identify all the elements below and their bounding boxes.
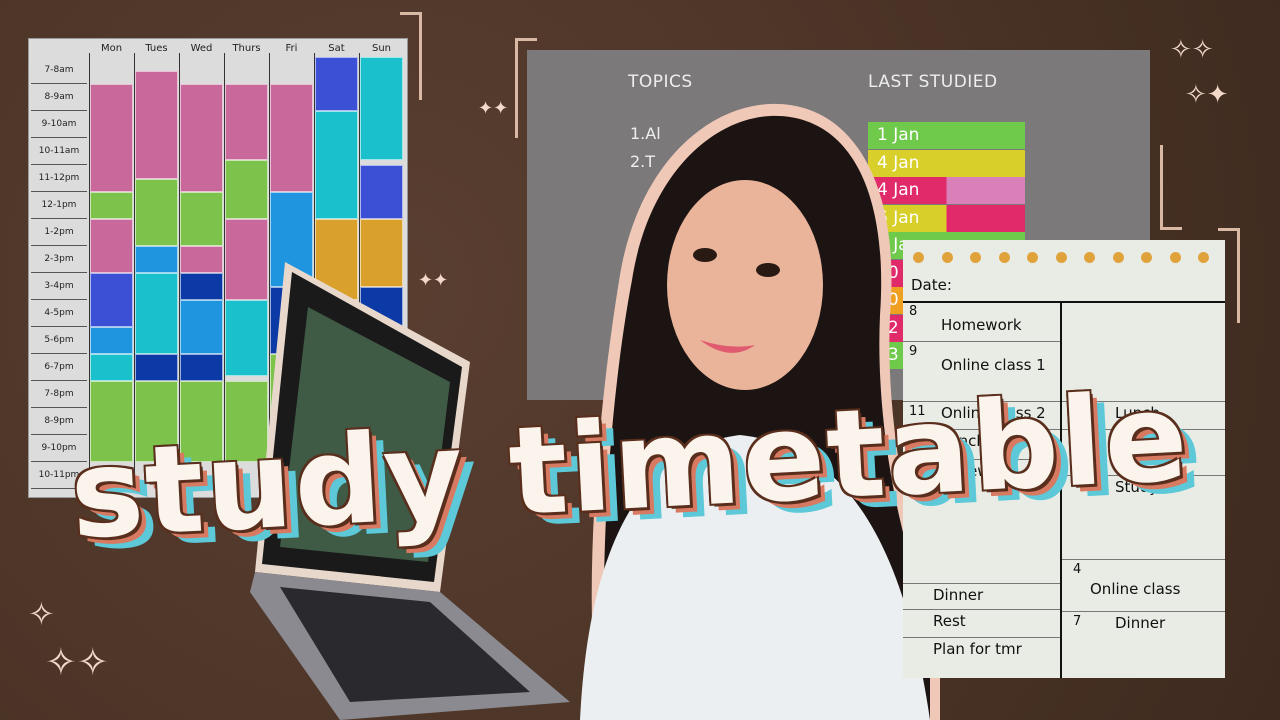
planner-row-line — [1062, 611, 1225, 612]
schedule-block — [90, 192, 133, 219]
time-row-label: 4-5pm — [31, 300, 87, 327]
schedule-block — [180, 273, 223, 300]
schedule-block — [180, 300, 223, 354]
planner-row-line — [903, 609, 1060, 610]
planner-task: Rest — [933, 612, 966, 630]
time-row-label: 3-4pm — [31, 273, 87, 300]
time-row-label: 6-7pm — [31, 354, 87, 381]
schedule-block — [315, 111, 358, 219]
planner-row-line — [903, 637, 1060, 638]
binding-dot-icon — [1141, 252, 1152, 263]
binding-dot-icon — [941, 252, 953, 263]
schedule-block — [225, 159, 268, 219]
planner-task: Dinner — [933, 586, 984, 604]
time-row-label: 2-3pm — [31, 246, 87, 273]
time-row-label: 9-10am — [31, 111, 87, 138]
time-row-label: 10-11am — [31, 138, 87, 165]
day-header: Thurs — [232, 43, 261, 54]
schedule-block — [180, 246, 223, 273]
planner-row-line — [1062, 559, 1225, 560]
schedule-block — [90, 84, 133, 192]
schedule-block — [135, 70, 178, 179]
schedule-block — [135, 178, 178, 246]
planner-date-label: Date: — [911, 276, 952, 294]
day-header: Tues — [145, 43, 168, 54]
time-row-label: 7-8pm — [31, 381, 87, 408]
planner-hour: 8 — [909, 304, 918, 319]
schedule-block — [180, 84, 223, 192]
day-header: Sat — [328, 43, 345, 54]
sparkle-icon: ✧✦ — [1185, 80, 1229, 110]
planner-row-line — [903, 583, 1060, 584]
sparkle-icon: ✦✦ — [418, 270, 449, 291]
binding-dot-icon — [1112, 252, 1124, 263]
day-header: Mon — [100, 43, 123, 54]
time-row-label: 11-12pm — [31, 165, 87, 192]
last-studied-header: LAST STUDIED — [868, 72, 998, 92]
time-row-label: 5-6pm — [31, 327, 87, 354]
time-row-label: 1-2pm — [31, 219, 87, 246]
schedule-block — [90, 327, 133, 354]
binding-dot-icon — [1055, 252, 1067, 263]
planner-hour: 9 — [909, 344, 918, 359]
binding-dot-icon — [998, 252, 1010, 263]
schedule-block — [90, 273, 133, 327]
planner-task: Online class 1 — [941, 356, 1046, 374]
schedule-block — [135, 273, 178, 354]
planner-row-line — [903, 341, 1060, 342]
binding-dot-icon — [1027, 252, 1038, 263]
sparkle-icon: ✧ — [28, 595, 55, 633]
schedule-block — [135, 246, 178, 273]
binding-dot-icon — [970, 252, 981, 263]
schedule-block — [90, 354, 133, 381]
schedule-block — [180, 192, 223, 246]
planner-task: Plan for tmr — [933, 640, 1022, 658]
day-header: Sun — [371, 43, 392, 54]
time-row-label: 7-8am — [31, 57, 87, 84]
time-row-label: 12-1pm — [31, 192, 87, 219]
planner-task: Dinner — [1115, 614, 1166, 632]
sparkle-icon: ✧✧ — [45, 640, 109, 684]
schedule-block — [270, 84, 313, 192]
binding-dot-icon — [913, 252, 924, 263]
schedule-block — [360, 57, 403, 160]
schedule-block — [180, 354, 223, 381]
schedule-block — [360, 165, 403, 219]
planner-task: Homework — [941, 316, 1022, 334]
topics-header: TOPICS — [628, 72, 693, 92]
schedule-block — [135, 354, 178, 381]
schedule-block — [225, 84, 268, 160]
planner-task: Online class — [1090, 580, 1181, 598]
sparkle-icon: ✧✧ — [1170, 35, 1214, 65]
binding-dot-icon — [1169, 252, 1181, 263]
binding-dot-icon — [1198, 252, 1209, 263]
planner-hour: 7 — [1073, 614, 1082, 629]
schedule-block — [90, 219, 133, 273]
day-header: Wed — [190, 43, 213, 54]
time-row-label: 8-9am — [31, 84, 87, 111]
sparkle-icon: ✦✦ — [478, 98, 509, 119]
schedule-block — [315, 57, 358, 111]
binding-dot-icon — [1084, 252, 1095, 263]
day-header: Fri — [285, 43, 298, 54]
corner-frame — [1160, 145, 1182, 230]
planner-hour: 4 — [1073, 562, 1082, 577]
